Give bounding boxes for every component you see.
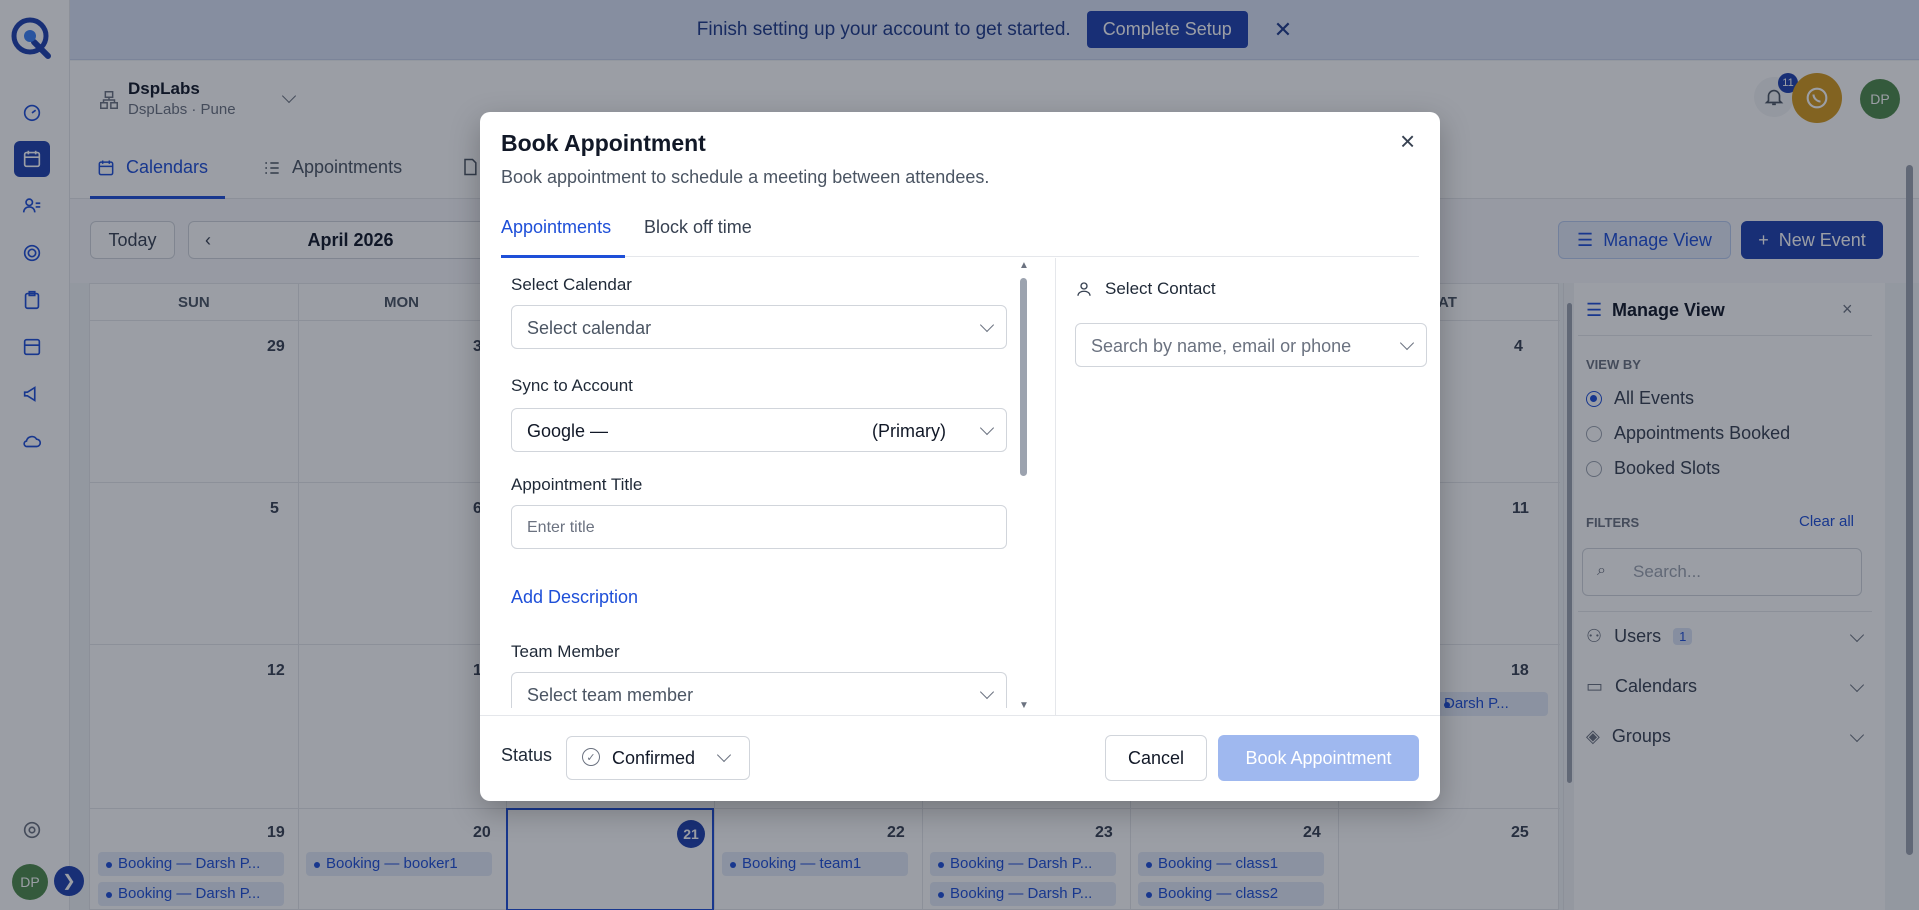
status-value: Confirmed xyxy=(612,748,696,768)
form-scrollbar-thumb[interactable] xyxy=(1020,278,1027,476)
status-label: Status xyxy=(501,745,553,765)
sync-account-dropdown[interactable]: Google — (Primary) xyxy=(511,408,1007,452)
sync-account-label: Sync to Account xyxy=(511,376,633,395)
title-placeholder: Enter title xyxy=(527,519,595,536)
modal-subtitle: Book appointment to schedule a meeting b… xyxy=(501,167,990,187)
sync-account-primary: (Primary) xyxy=(872,421,946,441)
select-contact-label: Select Contact xyxy=(1105,279,1216,298)
appointment-title-input[interactable]: Enter title xyxy=(511,505,1007,549)
close-icon[interactable]: × xyxy=(1400,126,1415,157)
active-tab-underline xyxy=(501,255,625,258)
book-appointment-modal: Book Appointment Book appointment to sch… xyxy=(480,112,1440,801)
check-circle-icon: ✓ xyxy=(582,748,600,766)
chevron-down-icon xyxy=(979,317,995,333)
tab-block-off-time[interactable]: Block off time xyxy=(644,217,752,238)
chevron-down-icon xyxy=(979,420,995,436)
chevron-down-icon xyxy=(716,747,732,763)
form-scrollbar[interactable]: ▲ ▼ xyxy=(1017,260,1031,715)
column-divider xyxy=(1055,258,1056,715)
book-appointment-button[interactable]: Book Appointment xyxy=(1218,735,1419,781)
select-calendar-dropdown[interactable]: Select calendar xyxy=(511,305,1007,349)
contact-search-dropdown[interactable]: Search by name, email or phone xyxy=(1075,323,1427,367)
status-dropdown[interactable]: ✓ Confirmed xyxy=(566,736,750,780)
team-member-dropdown[interactable]: Select team member xyxy=(511,672,1007,708)
select-calendar-placeholder: Select calendar xyxy=(527,318,652,338)
chevron-down-icon xyxy=(979,684,995,700)
add-description-link[interactable]: Add Description xyxy=(511,587,638,608)
team-member-label: Team Member xyxy=(511,642,620,661)
sync-account-value: Google — xyxy=(527,421,609,441)
tabs-divider xyxy=(501,256,1419,257)
scroll-down-icon[interactable]: ▼ xyxy=(1019,700,1029,711)
contact-search-placeholder: Search by name, email or phone xyxy=(1091,336,1352,356)
footer-divider xyxy=(480,715,1440,716)
tab-appointments[interactable]: Appointments xyxy=(501,217,611,238)
select-calendar-label: Select Calendar xyxy=(511,275,632,294)
team-member-placeholder: Select team member xyxy=(527,685,694,705)
chevron-down-icon xyxy=(1399,335,1415,351)
cancel-button[interactable]: Cancel xyxy=(1105,735,1207,781)
appointment-title-label: Appointment Title xyxy=(511,475,643,494)
scroll-up-icon[interactable]: ▲ xyxy=(1019,260,1029,271)
modal-title: Book Appointment xyxy=(501,130,706,156)
user-icon xyxy=(1077,282,1091,296)
